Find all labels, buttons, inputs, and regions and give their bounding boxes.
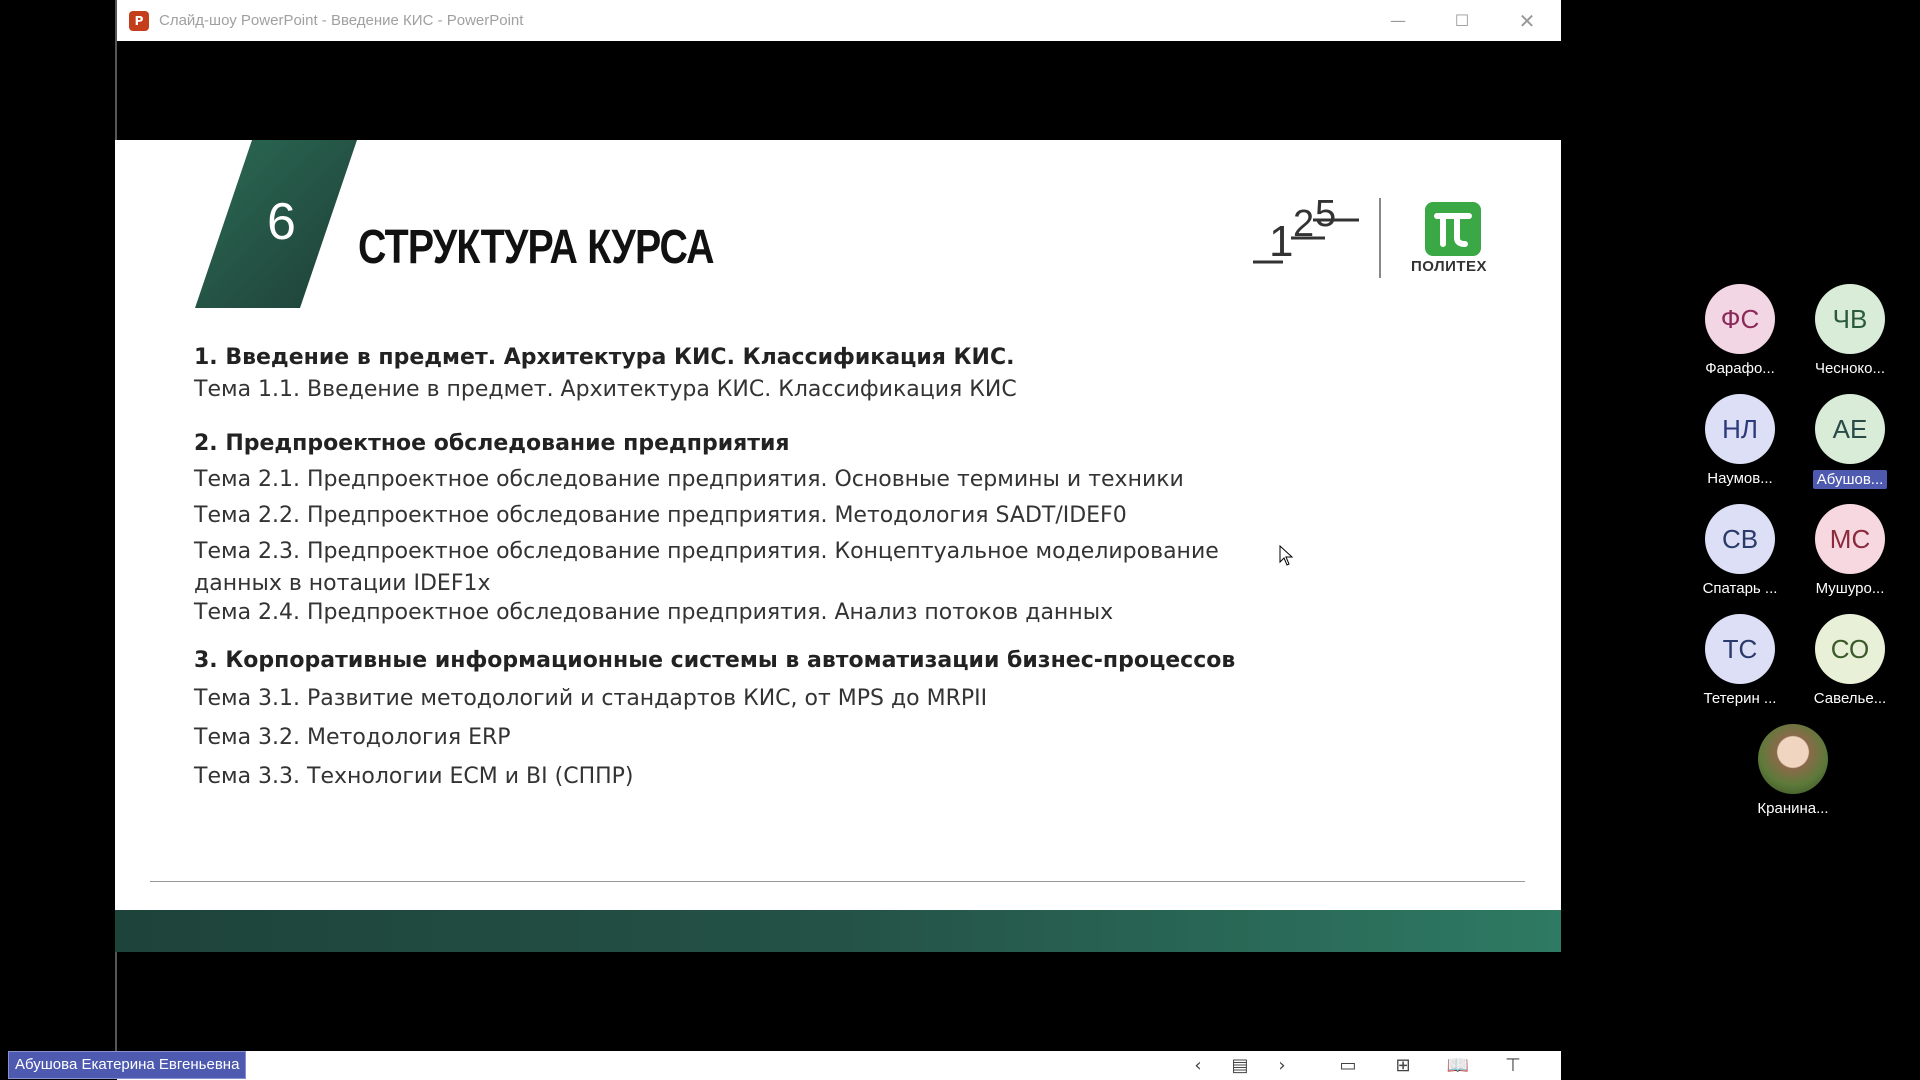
- participant-name: Фарафо...: [1705, 360, 1775, 377]
- next-slide-button[interactable]: ›: [1267, 1051, 1297, 1080]
- participant-tile[interactable]: СВ Спатарь ...: [1690, 504, 1790, 597]
- slide-title: СТРУКТУРА КУРСА: [358, 221, 715, 274]
- participant-tile[interactable]: НЛ Наумов...: [1690, 394, 1790, 487]
- slide-list-button[interactable]: ▤: [1225, 1051, 1255, 1080]
- powerpoint-app-icon: P: [129, 10, 149, 31]
- slide[interactable]: 6 СТРУКТУРА КУРСА 1 2 5 ПОЛИТЕХ 1. Введе…: [115, 140, 1561, 952]
- participant-tile[interactable]: СО Савелье...: [1800, 614, 1900, 707]
- topic-2-3: Тема 2.3. Предпроектное обследование пре…: [194, 539, 1219, 564]
- participant-name: Савелье...: [1813, 690, 1887, 707]
- participant-tile[interactable]: ЧВ Чесноко...: [1800, 284, 1900, 377]
- topic-3-3: Тема 3.3. Технологии ECM и BI (СППР): [194, 764, 634, 789]
- participant-avatar: НЛ: [1705, 394, 1775, 464]
- slide-footer-band: [115, 910, 1561, 952]
- svg-text:1: 1: [1269, 217, 1293, 266]
- politeh-logo-icon: [1425, 202, 1481, 256]
- topic-2-1: Тема 2.1. Предпроектное обследование пре…: [194, 467, 1184, 492]
- participant-avatar: ЧВ: [1815, 284, 1885, 354]
- topic-2-4: Тема 2.4. Предпроектное обследование пре…: [194, 600, 1114, 625]
- window-title: Слайд-шоу PowerPoint - Введение КИС - Po…: [159, 12, 524, 29]
- participant-name: Мушуро...: [1815, 580, 1885, 597]
- topic-1-1: Тема 1.1. Введение в предмет. Архитектур…: [194, 377, 1017, 402]
- participant-name: Кранина...: [1757, 800, 1829, 817]
- topic-2-3-continued: данных в нотации IDEF1x: [194, 571, 491, 596]
- presenter-name-tag: Абушова Екатерина Евгеньевна: [8, 1051, 247, 1079]
- close-button[interactable]: ✕: [1495, 0, 1559, 41]
- participant-avatar: МС: [1815, 504, 1885, 574]
- section-heading-3: 3. Корпоративные информационные системы …: [194, 648, 1236, 673]
- maximize-button[interactable]: ☐: [1430, 0, 1494, 41]
- section-heading-2: 2. Предпроектное обследование предприяти…: [194, 431, 790, 456]
- svg-text:5: 5: [1315, 193, 1336, 235]
- participant-tile[interactable]: ТС Тетерин ...: [1690, 614, 1790, 707]
- slide-sorter-view-button[interactable]: ⊞: [1387, 1051, 1419, 1080]
- participant-name: Чесноко...: [1814, 360, 1886, 377]
- slide-footer-line: [150, 881, 1525, 882]
- mouse-cursor-icon: [1279, 545, 1294, 566]
- participant-avatar: СО: [1815, 614, 1885, 684]
- participant-tile[interactable]: Кранина...: [1743, 724, 1843, 817]
- participant-photo-avatar: [1758, 724, 1828, 794]
- previous-slide-button[interactable]: ‹: [1183, 1051, 1213, 1080]
- logo-divider: [1379, 198, 1381, 278]
- participant-tile[interactable]: МС Мушуро...: [1800, 504, 1900, 597]
- minimize-button[interactable]: —: [1366, 0, 1430, 41]
- topic-2-2: Тема 2.2. Предпроектное обследование пре…: [194, 503, 1127, 528]
- window-titlebar: P Слайд-шоу PowerPoint - Введение КИС - …: [115, 0, 1561, 41]
- logo-125-icon: 1 2 5: [1253, 193, 1359, 266]
- section-heading-1: 1. Введение в предмет. Архитектура КИС. …: [194, 345, 1015, 370]
- topic-3-1: Тема 3.1. Развитие методологий и стандар…: [194, 686, 988, 711]
- slide-number: 6: [267, 193, 296, 251]
- participant-name: Наумов...: [1707, 470, 1773, 487]
- participant-name-speaking: Абушов...: [1812, 470, 1888, 489]
- reading-view-button[interactable]: 📖: [1442, 1051, 1474, 1080]
- politeh-logo-text: ПОЛИТЕХ: [1411, 258, 1488, 275]
- participant-avatar: ФС: [1705, 284, 1775, 354]
- participant-tile[interactable]: АЕ Абушов...: [1800, 394, 1900, 493]
- participant-avatar: АЕ: [1815, 394, 1885, 464]
- participant-avatar: ТС: [1705, 614, 1775, 684]
- participant-tile[interactable]: ФС Фарафо...: [1690, 284, 1790, 377]
- slideshow-view-button[interactable]: ⊤: [1497, 1051, 1529, 1080]
- participant-name: Спатарь ...: [1702, 580, 1778, 597]
- participant-avatar: СВ: [1705, 504, 1775, 574]
- normal-view-button[interactable]: ▭: [1332, 1051, 1364, 1080]
- participant-name: Тетерин ...: [1703, 690, 1777, 707]
- slideshow-statusbar: ‹ ▤ › ▭ ⊞ 📖 ⊤: [117, 1051, 1561, 1080]
- topic-3-2: Тема 3.2. Методология ERP: [194, 725, 511, 750]
